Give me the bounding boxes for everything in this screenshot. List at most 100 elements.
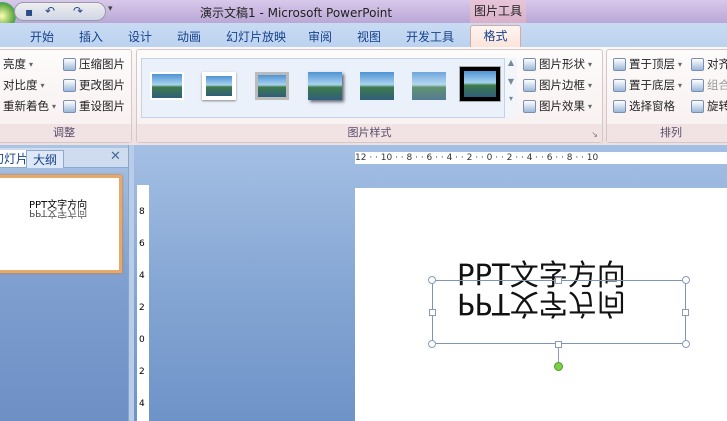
picture-effects-button[interactable]: 图片效果 ▾ [523, 98, 592, 114]
gallery-more-icon[interactable]: ▾ [505, 94, 517, 103]
group-adjust: 亮度 ▾ 对比度 ▾ 重新着色 ▾ 压缩图片 更改图片 重设图片 调整 [0, 49, 132, 143]
ruler-label: 4 [139, 271, 145, 281]
compress-pictures-button[interactable]: 压缩图片 [63, 56, 125, 72]
picture-shape-icon [523, 57, 536, 71]
change-picture-icon [63, 78, 76, 92]
change-picture-label: 更改图片 [79, 78, 125, 92]
group-button[interactable]: 组合 [691, 77, 727, 93]
picture-tools-context: 图片工具 [470, 0, 526, 23]
ruler-label: 8 [139, 207, 145, 217]
group-label: 排列 [607, 124, 727, 142]
bring-to-front-button[interactable]: 置于顶层 ▾ [613, 56, 682, 72]
ribbon: 亮度 ▾ 对比度 ▾ 重新着色 ▾ 压缩图片 更改图片 重设图片 调整 ▲ ▼ ▾ 图片形… [0, 47, 727, 145]
selection-pane-button[interactable]: 选择窗格 [613, 98, 675, 114]
rotate-button[interactable]: 旋转 [691, 98, 727, 114]
style-thumb[interactable] [308, 72, 342, 100]
tab-design[interactable]: 设计 [128, 28, 152, 45]
change-picture-button[interactable]: 更改图片 [63, 77, 125, 93]
tab-view[interactable]: 视图 [357, 28, 381, 45]
align-button[interactable]: 对齐 [691, 56, 727, 72]
scroll-up-icon[interactable]: ▲ [505, 58, 517, 67]
brightness-button[interactable]: 亮度 ▾ [3, 56, 33, 72]
ruler-label: 4 [139, 399, 145, 409]
group-picture-styles: ▲ ▼ ▾ 图片形状 ▾ 图片边框 ▾ 图片效果 ▾ 图片样式 ↘ [136, 49, 603, 143]
slide-thumbnail[interactable]: PPT文字方向 PPT文字方向 [0, 175, 122, 273]
quick-access-toolbar: ▪ ↶ ↷ [14, 2, 106, 21]
dropdown-icon: ▾ [588, 59, 593, 69]
rotate-label: 旋转 [707, 99, 727, 113]
recolor-label: 重新着色 [3, 99, 49, 113]
ruler-label: 2 [139, 303, 145, 313]
picture-shape-label: 图片形状 [539, 57, 585, 71]
dropdown-icon: ▾ [678, 80, 683, 90]
contrast-label: 对比度 [3, 78, 38, 92]
resize-handle[interactable] [555, 277, 562, 284]
dropdown-icon: ▾ [588, 80, 593, 90]
ruler-label: 2 [139, 367, 145, 377]
compress-icon [63, 57, 76, 71]
tab-animation[interactable]: 动画 [177, 28, 201, 45]
bring-to-front-label: 置于顶层 [629, 57, 675, 71]
horizontal-ruler[interactable]: 12 · · 10 · · 8 · · 6 · · 4 · · 2 · · 0 … [355, 152, 727, 164]
dialog-launcher-icon[interactable]: ↘ [591, 130, 598, 139]
tab-slideshow[interactable]: 幻灯片放映 [226, 28, 286, 45]
scroll-down-icon[interactable]: ▼ [505, 77, 517, 86]
send-to-back-label: 置于底层 [629, 78, 675, 92]
resize-handle[interactable] [428, 340, 436, 348]
send-to-back-icon [613, 78, 626, 92]
style-thumb[interactable] [412, 72, 446, 100]
resize-handle[interactable] [682, 309, 689, 316]
selection-box[interactable] [432, 280, 686, 344]
picture-effects-icon [523, 99, 536, 113]
selection-pane-icon [613, 99, 626, 113]
style-thumb[interactable] [459, 66, 501, 102]
brightness-label: 亮度 [3, 57, 26, 71]
rotation-handle[interactable] [554, 362, 563, 371]
pane-tabs: 幻灯片 大纲 ✕ [0, 148, 128, 168]
reset-picture-label: 重设图片 [79, 99, 125, 113]
resize-handle[interactable] [682, 276, 690, 284]
save-icon[interactable]: ▪ [25, 5, 33, 19]
resize-handle[interactable] [555, 341, 562, 348]
picture-border-label: 图片边框 [539, 78, 585, 92]
close-pane-icon[interactable]: ✕ [110, 149, 121, 164]
group-label: 调整 [0, 124, 131, 142]
thumb-mirrored-text: PPT文字方向 [29, 207, 88, 218]
gallery-scroll[interactable]: ▲ ▼ ▾ [504, 58, 517, 118]
undo-icon[interactable]: ↶ [45, 4, 55, 18]
group-arrange: 置于顶层 ▾ 置于底层 ▾ 选择窗格 对齐 组合 旋转 排列 [606, 49, 727, 143]
rotation-stem [558, 348, 559, 362]
contrast-button[interactable]: 对比度 ▾ [3, 77, 45, 93]
style-thumb[interactable] [202, 72, 236, 100]
send-to-back-button[interactable]: 置于底层 ▾ [613, 77, 682, 93]
tab-review[interactable]: 审阅 [308, 28, 332, 45]
reset-picture-button[interactable]: 重设图片 [63, 98, 125, 114]
picture-shape-button[interactable]: 图片形状 ▾ [523, 56, 592, 72]
style-thumb[interactable] [255, 72, 289, 100]
vertical-ruler[interactable]: 8 6 4 2 0 2 4 [137, 185, 149, 421]
dropdown-icon: ▾ [29, 59, 34, 69]
recolor-button[interactable]: 重新着色 ▾ [3, 98, 56, 114]
ribbon-tabs: 开始 插入 设计 动画 幻灯片放映 审阅 视图 开发工具 格式 [0, 23, 727, 47]
selection-pane-label: 选择窗格 [629, 99, 675, 113]
redo-icon[interactable]: ↷ [73, 4, 83, 18]
customize-qat-icon[interactable]: ▾ [108, 4, 113, 14]
dropdown-icon: ▾ [588, 101, 593, 111]
style-thumb[interactable] [360, 72, 394, 100]
dropdown-icon: ▾ [52, 101, 57, 111]
picture-style-gallery[interactable] [141, 58, 516, 118]
resize-handle[interactable] [428, 276, 436, 284]
dropdown-icon: ▾ [678, 59, 683, 69]
compress-label: 压缩图片 [79, 57, 125, 71]
picture-border-button[interactable]: 图片边框 ▾ [523, 77, 592, 93]
resize-handle[interactable] [429, 309, 436, 316]
style-thumb[interactable] [150, 72, 184, 100]
tab-insert[interactable]: 插入 [79, 28, 103, 45]
window-title: 演示文稿1 - Microsoft PowerPoint [200, 6, 393, 20]
resize-handle[interactable] [682, 340, 690, 348]
tab-format[interactable]: 格式 [470, 25, 521, 47]
tab-outline[interactable]: 大纲 [26, 150, 65, 168]
dropdown-icon: ▾ [40, 80, 45, 90]
tab-home[interactable]: 开始 [30, 28, 54, 45]
tab-developer[interactable]: 开发工具 [406, 28, 454, 45]
